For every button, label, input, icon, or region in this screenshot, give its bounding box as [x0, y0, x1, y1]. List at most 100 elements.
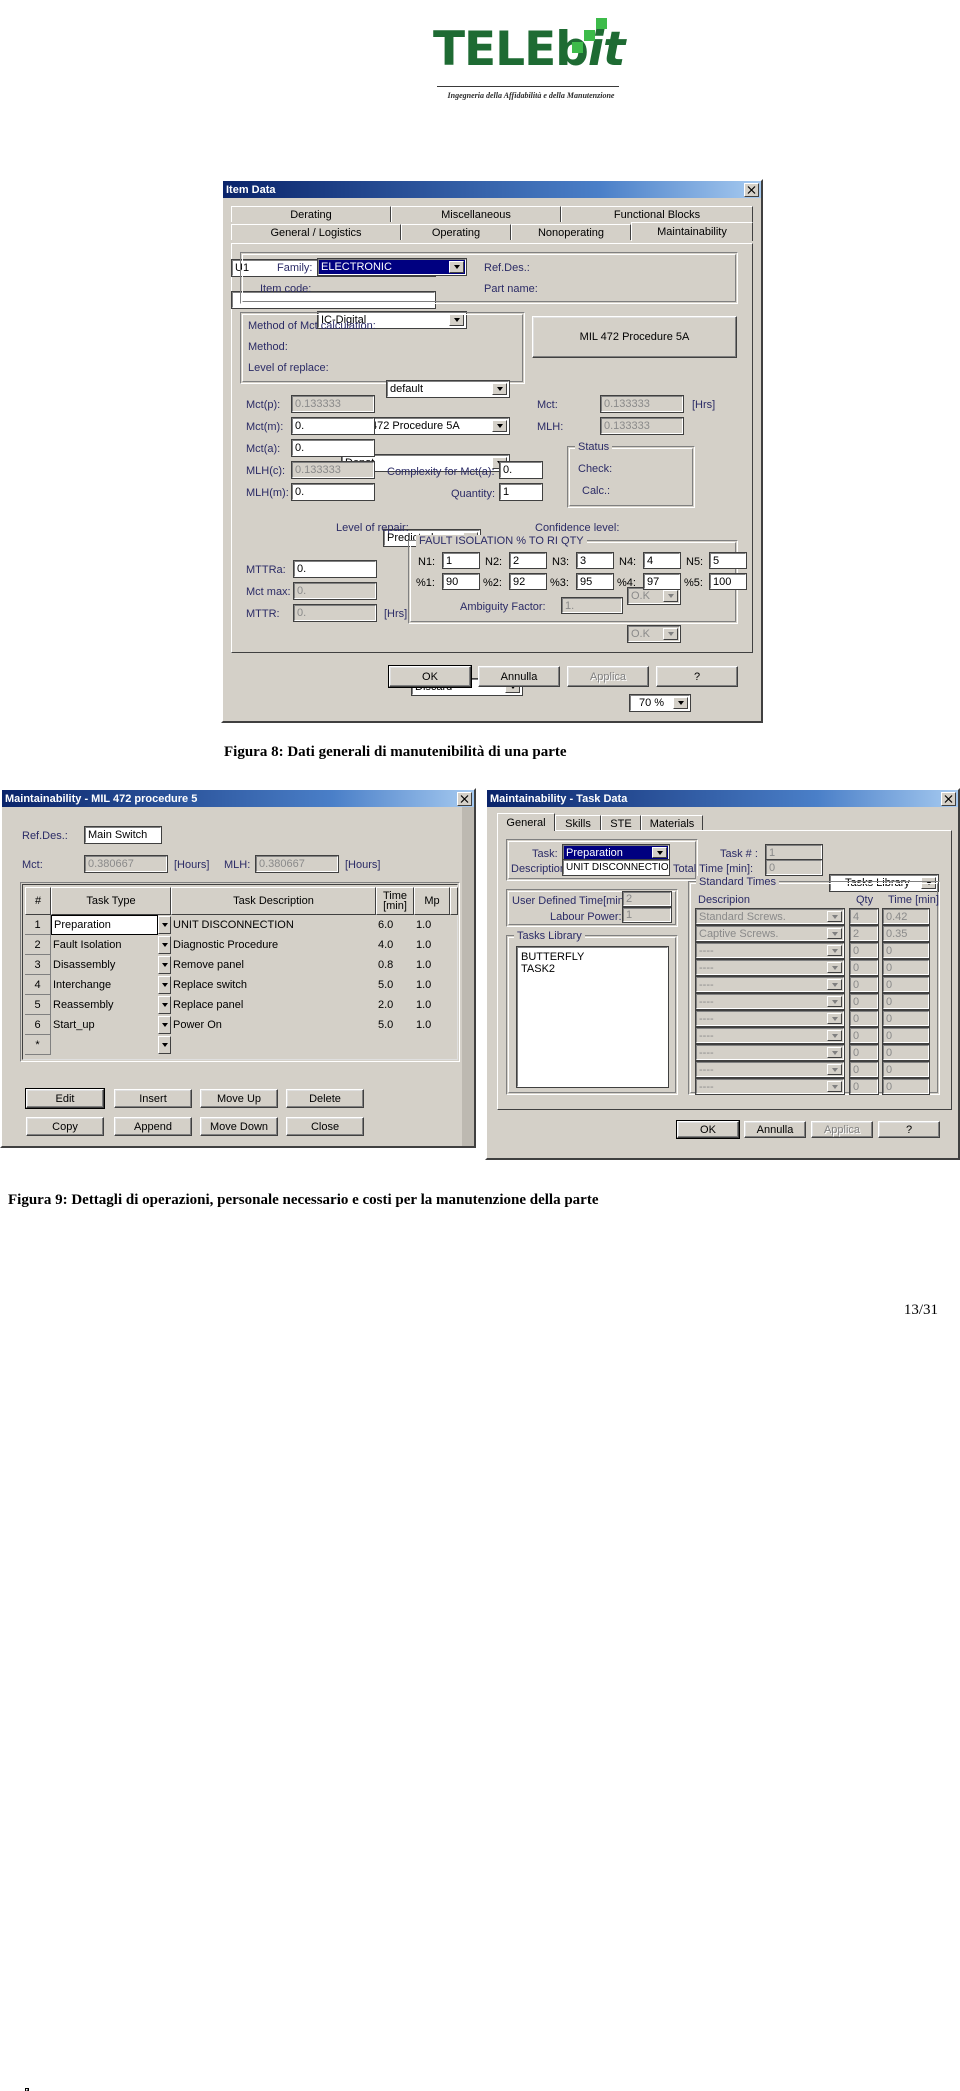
cell-task-type[interactable]: Start_up [53, 1015, 158, 1035]
cell-task-type[interactable] [53, 1035, 158, 1055]
n3-input[interactable]: 3 [576, 552, 614, 569]
cell-task-type[interactable]: Reassembly [53, 995, 158, 1015]
n2-input[interactable]: 2 [509, 552, 547, 569]
pct5-input[interactable]: 100 [709, 573, 747, 590]
list-item[interactable]: TASK2 [521, 963, 667, 975]
task-data-titlebar[interactable]: Maintainability - Task Data [487, 790, 958, 807]
pct2-input[interactable]: 92 [509, 573, 547, 590]
mcta-input[interactable]: 0. [291, 439, 375, 457]
cell-time[interactable]: 0.8 [378, 955, 412, 975]
ok-button[interactable]: OK [388, 665, 472, 688]
close-icon[interactable] [744, 182, 759, 197]
chevron-down-icon[interactable] [158, 956, 171, 974]
tab-maintainability[interactable]: Maintainability [631, 222, 753, 241]
delete-button[interactable]: Delete [286, 1089, 364, 1108]
move-down-button[interactable]: Move Down [200, 1117, 278, 1136]
tab-label: General / Logistics [270, 226, 362, 239]
col-header-time[interactable]: Time [min] [376, 887, 414, 915]
edit-button[interactable]: Edit [25, 1088, 105, 1109]
tab-nonoperating[interactable]: Nonoperating [511, 224, 631, 240]
cell-time[interactable]: 4.0 [378, 935, 412, 955]
chevron-down-icon[interactable] [652, 847, 667, 858]
tab-materials[interactable]: Materials [641, 815, 703, 831]
cell-task-description[interactable]: Diagnostic Procedure [173, 935, 373, 955]
close-button[interactable]: Close [286, 1117, 364, 1136]
col-header-task-type[interactable]: Task Type [51, 887, 171, 915]
mttra-input[interactable]: 0. [293, 560, 377, 578]
cell-task-type[interactable]: Interchange [53, 975, 158, 995]
col-header-number[interactable]: # [25, 887, 51, 915]
mil472-titlebar[interactable]: Maintainability - MIL 472 procedure 5 [2, 790, 474, 807]
chevron-down-icon[interactable] [449, 261, 464, 273]
cell-task-description[interactable]: Replace panel [173, 995, 373, 1015]
tasks-library-listbox[interactable]: BUTTERFLY TASK2 [516, 946, 669, 1088]
cell-mp[interactable]: 1.0 [416, 1015, 450, 1035]
append-button[interactable]: Append [114, 1117, 192, 1136]
quantity-input[interactable]: 1 [499, 483, 543, 501]
td-cancel-button[interactable]: Annulla [744, 1121, 806, 1138]
method-of-mct-combo[interactable]: default [386, 380, 510, 398]
confidence-level-combo[interactable]: 70 % [629, 694, 691, 712]
tab-general[interactable]: General [497, 813, 555, 831]
complexity-input[interactable]: 0. [499, 461, 543, 479]
tab-skills[interactable]: Skills [555, 815, 601, 831]
mctm-input[interactable]: 0. [291, 417, 375, 435]
chevron-down-icon[interactable] [158, 1016, 171, 1034]
chevron-down-icon[interactable] [492, 420, 507, 432]
cell-task-description[interactable]: Replace switch [173, 975, 373, 995]
insert-button[interactable]: Insert [114, 1089, 192, 1108]
move-up-button[interactable]: Move Up [200, 1089, 278, 1108]
cell-task-description[interactable]: Power On [173, 1015, 373, 1035]
help-button[interactable]: ? [656, 666, 738, 687]
cell-task-type[interactable]: Fault Isolation [53, 935, 158, 955]
n1-input[interactable]: 1 [442, 552, 480, 569]
chevron-down-icon[interactable] [158, 996, 171, 1014]
cell-task-type[interactable]: Disassembly [53, 955, 158, 975]
tab-derating[interactable]: Derating [231, 206, 391, 222]
list-item[interactable]: BUTTERFLY [521, 951, 667, 963]
td-ok-button[interactable]: OK [676, 1120, 740, 1139]
cell-mp[interactable]: 1.0 [416, 995, 450, 1015]
mlhm-input[interactable]: 0. [291, 483, 375, 501]
tab-functional-blocks[interactable]: Functional Blocks [561, 206, 753, 222]
cell-task-type[interactable]: Preparation [51, 915, 158, 935]
cell-time[interactable]: 5.0 [378, 1015, 412, 1035]
n4-input[interactable]: 4 [643, 552, 681, 569]
tab-operating[interactable]: Operating [401, 224, 511, 240]
pct4-input[interactable]: 97 [643, 573, 681, 590]
family-combo[interactable]: ELECTRONIC [317, 258, 467, 276]
col-header-mp[interactable]: Mp [414, 887, 450, 915]
cell-time[interactable]: 6.0 [378, 915, 412, 935]
close-icon[interactable] [457, 791, 472, 806]
pct1-input[interactable]: 90 [442, 573, 480, 590]
tab-ste[interactable]: STE [601, 815, 641, 831]
pct3-input[interactable]: 95 [576, 573, 614, 590]
td-help-button[interactable]: ? [878, 1121, 940, 1138]
cell-mp[interactable]: 1.0 [416, 955, 450, 975]
chevron-down-icon[interactable] [158, 936, 171, 954]
chevron-down-icon[interactable] [673, 697, 688, 709]
cell-task-description[interactable]: Remove panel [173, 955, 373, 975]
mil-472-procedure-button[interactable]: MIL 472 Procedure 5A [532, 316, 737, 358]
item-data-titlebar[interactable]: Item Data [223, 181, 761, 198]
cell-mp[interactable]: 1.0 [416, 935, 450, 955]
cancel-button[interactable]: Annulla [478, 666, 560, 687]
tab-general-logistics[interactable]: General / Logistics [231, 224, 401, 240]
cell-mp[interactable]: 1.0 [416, 975, 450, 995]
close-icon[interactable] [941, 791, 956, 806]
cell-task-description[interactable]: UNIT DISCONNECTION [173, 915, 373, 935]
description-input[interactable]: UNIT DISCONNECTION [562, 859, 670, 876]
chevron-down-icon[interactable] [158, 916, 171, 934]
chevron-down-icon[interactable] [158, 976, 171, 994]
mil472-refdes-input[interactable]: Main Switch [84, 826, 162, 844]
chevron-down-icon[interactable] [492, 383, 507, 395]
tab-miscellaneous[interactable]: Miscellaneous [391, 206, 561, 222]
copy-button[interactable]: Copy [26, 1117, 104, 1136]
n5-input[interactable]: 5 [709, 552, 747, 569]
cell-time[interactable]: 2.0 [378, 995, 412, 1015]
cell-time[interactable]: 5.0 [378, 975, 412, 995]
cell-mp[interactable]: 1.0 [416, 915, 450, 935]
col-header-task-description[interactable]: Task Description [171, 887, 376, 915]
task-combo[interactable]: Preparation [562, 844, 670, 861]
chevron-down-icon[interactable] [158, 1036, 171, 1054]
